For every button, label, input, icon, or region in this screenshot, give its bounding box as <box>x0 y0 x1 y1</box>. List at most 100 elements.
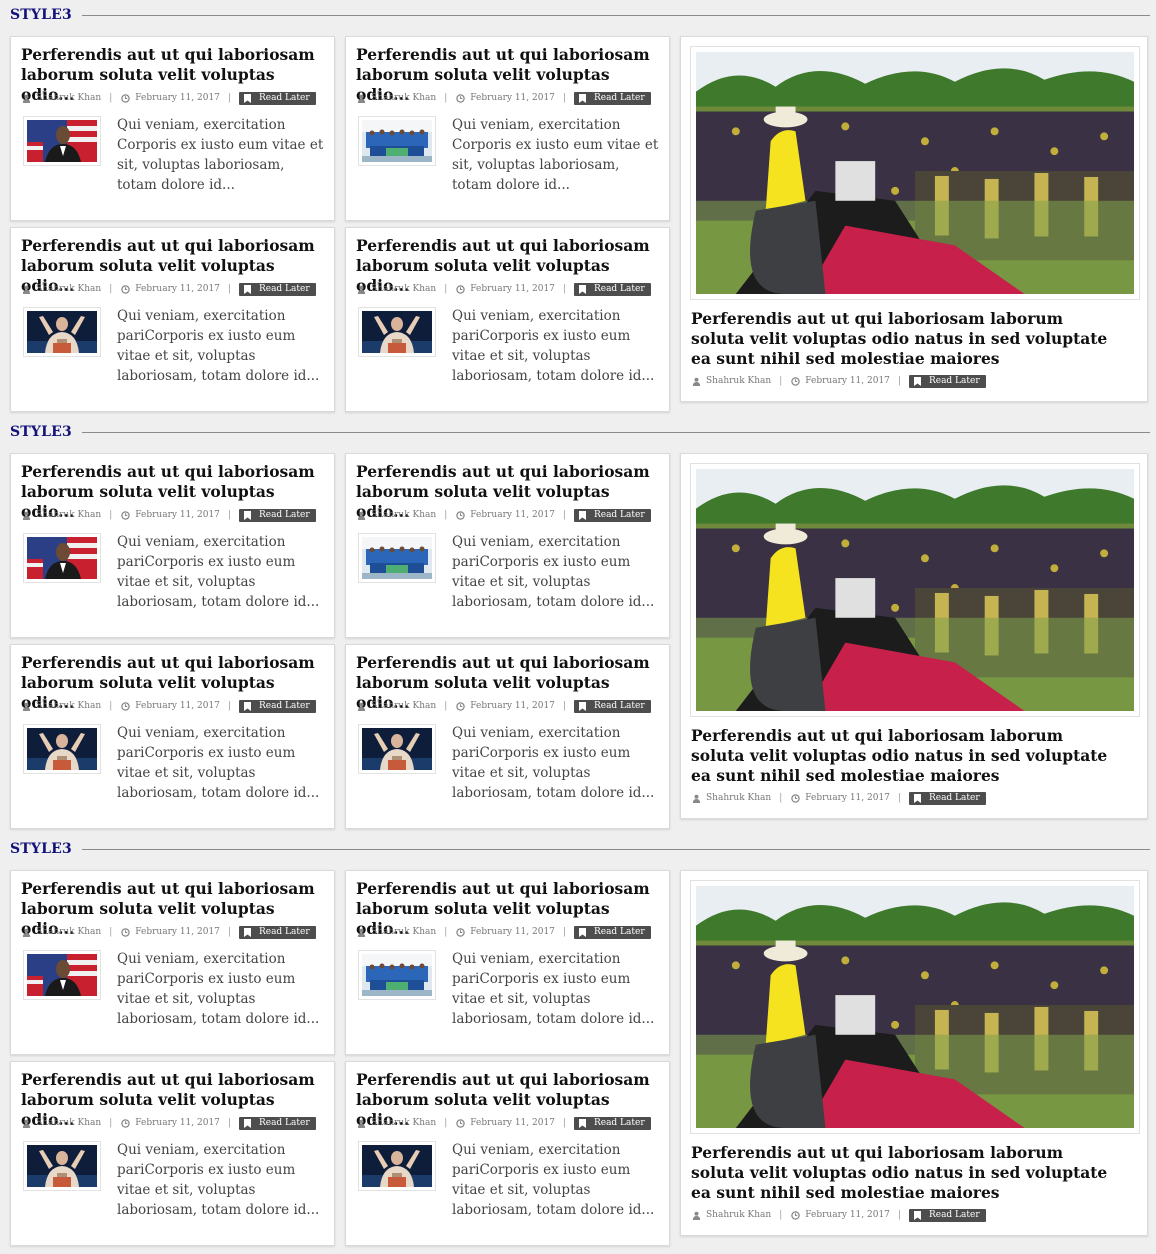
meta-separator: | <box>109 284 113 294</box>
meta-separator: | <box>227 701 231 711</box>
post-thumbnail[interactable] <box>358 533 436 583</box>
post-thumbnail[interactable] <box>23 950 101 1000</box>
post-date: February 11, 2017 <box>805 376 890 386</box>
post-author[interactable]: Shahruk Khan <box>706 1208 771 1222</box>
clock-icon <box>455 1118 465 1128</box>
read-later-button[interactable]: Read Later <box>238 699 316 713</box>
featured-post-title[interactable]: Perferendis aut ut qui laboriosam laboru… <box>691 1143 1121 1203</box>
post-thumbnail[interactable] <box>23 307 101 357</box>
post-card[interactable]: Perferendis aut ut qui laboriosam laboru… <box>10 453 335 638</box>
meta-separator: | <box>562 701 566 711</box>
read-later-button[interactable]: Read Later <box>908 374 986 388</box>
user-icon <box>21 510 31 520</box>
read-later-label: Read Later <box>258 701 310 711</box>
post-card[interactable]: Perferendis aut ut qui laboriosam laboru… <box>10 36 335 221</box>
post-thumbnail[interactable] <box>23 1141 101 1191</box>
clock-icon <box>120 93 130 103</box>
post-author[interactable]: Shahruk Khan <box>36 699 101 713</box>
post-card[interactable]: Perferendis aut ut qui laboriosam laboru… <box>345 644 670 829</box>
featured-post-title[interactable]: Perferendis aut ut qui laboriosam laboru… <box>691 726 1121 786</box>
post-author[interactable]: Shahruk Khan <box>371 91 436 105</box>
meta-separator: | <box>897 1210 901 1220</box>
read-later-button[interactable]: Read Later <box>573 1116 651 1130</box>
read-later-button[interactable]: Read Later <box>573 699 651 713</box>
post-author[interactable]: Shahruk Khan <box>371 1116 436 1130</box>
clock-icon <box>455 510 465 520</box>
post-author[interactable]: Shahruk Khan <box>706 791 771 805</box>
post-card[interactable]: Perferendis aut ut qui laboriosam laboru… <box>345 870 670 1055</box>
speaker-photo <box>362 728 432 770</box>
read-later-button[interactable]: Read Later <box>238 91 316 105</box>
read-later-label: Read Later <box>258 93 310 103</box>
team-photo <box>362 537 432 579</box>
user-icon <box>21 284 31 294</box>
post-card[interactable]: Perferendis aut ut qui laboriosam laboru… <box>345 453 670 638</box>
read-later-button[interactable]: Read Later <box>238 925 316 939</box>
featured-post-card[interactable]: Perferendis aut ut qui laboriosam laboru… <box>680 36 1148 402</box>
user-icon <box>356 701 366 711</box>
post-author[interactable]: Shahruk Khan <box>371 282 436 296</box>
meta-separator: | <box>227 510 231 520</box>
featured-post-title[interactable]: Perferendis aut ut qui laboriosam laboru… <box>691 309 1121 369</box>
clock-icon <box>120 284 130 294</box>
rally-photo <box>696 469 1134 711</box>
post-card[interactable]: Perferendis aut ut qui laboriosam laboru… <box>345 227 670 412</box>
featured-image[interactable] <box>690 880 1140 1134</box>
bookmark-icon <box>578 1118 586 1128</box>
post-thumbnail[interactable] <box>358 950 436 1000</box>
post-card[interactable]: Perferendis aut ut qui laboriosam laboru… <box>345 36 670 221</box>
speaker-photo <box>362 1145 432 1187</box>
post-author[interactable]: Shahruk Khan <box>36 282 101 296</box>
post-thumbnail[interactable] <box>358 116 436 166</box>
post-author[interactable]: Shahruk Khan <box>706 374 771 388</box>
meta-separator: | <box>227 93 231 103</box>
read-later-button[interactable]: Read Later <box>908 1208 986 1222</box>
read-later-label: Read Later <box>258 510 310 520</box>
post-author[interactable]: Shahruk Khan <box>36 508 101 522</box>
read-later-label: Read Later <box>258 1118 310 1128</box>
meta-separator: | <box>109 1118 113 1128</box>
post-author[interactable]: Shahruk Khan <box>371 699 436 713</box>
post-author[interactable]: Shahruk Khan <box>36 925 101 939</box>
post-thumbnail[interactable] <box>23 724 101 774</box>
post-thumbnail[interactable] <box>358 1141 436 1191</box>
post-author[interactable]: Shahruk Khan <box>371 508 436 522</box>
bookmark-icon <box>578 284 586 294</box>
post-card[interactable]: Perferendis aut ut qui laboriosam laboru… <box>10 227 335 412</box>
read-later-button[interactable]: Read Later <box>573 508 651 522</box>
read-later-button[interactable]: Read Later <box>238 1116 316 1130</box>
read-later-button[interactable]: Read Later <box>573 91 651 105</box>
post-card[interactable]: Perferendis aut ut qui laboriosam laboru… <box>10 870 335 1055</box>
featured-post-card[interactable]: Perferendis aut ut qui laboriosam laboru… <box>680 453 1148 819</box>
meta-separator: | <box>562 93 566 103</box>
featured-post-card[interactable]: Perferendis aut ut qui laboriosam laboru… <box>680 870 1148 1236</box>
read-later-button[interactable]: Read Later <box>238 508 316 522</box>
post-date: February 11, 2017 <box>470 284 555 294</box>
read-later-button[interactable]: Read Later <box>238 282 316 296</box>
post-excerpt: Qui veniam, exercitation pariCorporis ex… <box>452 1142 655 1218</box>
featured-image[interactable] <box>690 463 1140 717</box>
post-thumbnail[interactable] <box>358 724 436 774</box>
post-excerpt: Qui veniam, exercitation Corporis ex ius… <box>117 117 324 193</box>
post-meta: Shahruk Khan | February 11, 2017 | Read … <box>356 508 651 522</box>
post-thumbnail[interactable] <box>23 116 101 166</box>
post-thumbnail[interactable] <box>358 307 436 357</box>
post-meta: Shahruk Khan | February 11, 2017 | Read … <box>356 1116 651 1130</box>
post-author[interactable]: Shahruk Khan <box>36 91 101 105</box>
post-card[interactable]: Perferendis aut ut qui laboriosam laboru… <box>10 1061 335 1246</box>
post-author[interactable]: Shahruk Khan <box>36 1116 101 1130</box>
post-author[interactable]: Shahruk Khan <box>371 925 436 939</box>
bookmark-icon <box>243 927 251 937</box>
clock-icon <box>455 284 465 294</box>
post-date: February 11, 2017 <box>135 284 220 294</box>
post-card[interactable]: Perferendis aut ut qui laboriosam laboru… <box>10 644 335 829</box>
post-meta: Shahruk Khan | February 11, 2017 | Read … <box>356 282 651 296</box>
clock-icon <box>455 93 465 103</box>
post-thumbnail[interactable] <box>23 533 101 583</box>
featured-image[interactable] <box>690 46 1140 300</box>
read-later-button[interactable]: Read Later <box>908 791 986 805</box>
read-later-button[interactable]: Read Later <box>573 282 651 296</box>
post-card[interactable]: Perferendis aut ut qui laboriosam laboru… <box>345 1061 670 1246</box>
read-later-button[interactable]: Read Later <box>573 925 651 939</box>
post-excerpt: Qui veniam, exercitation Corporis ex ius… <box>452 117 659 193</box>
